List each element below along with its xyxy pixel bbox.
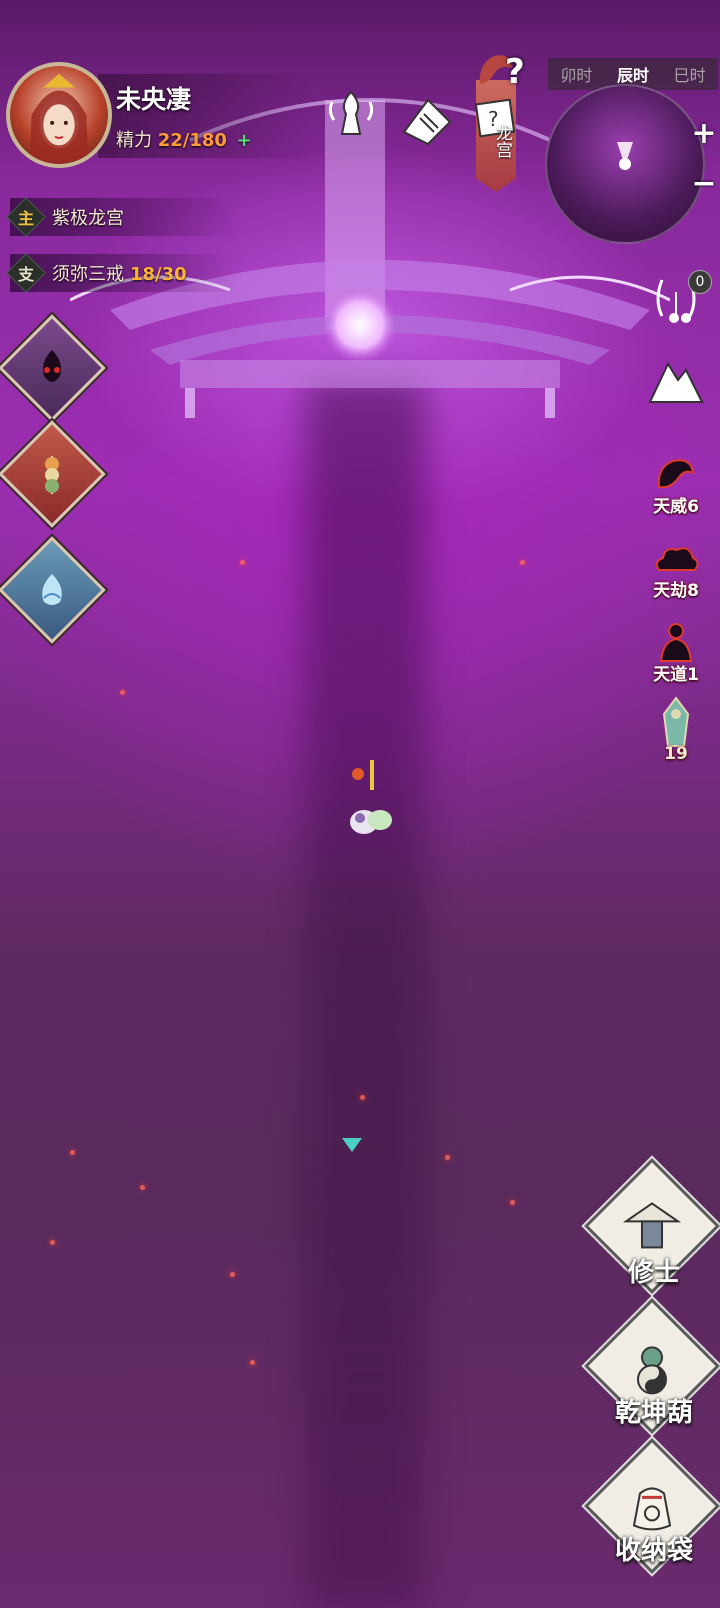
quest-side-title: 须弥三戒 18/30	[52, 264, 187, 285]
time-segment: 卯时	[560, 66, 593, 85]
mountain-icon	[648, 361, 704, 403]
waypoint-marker-icon[interactable]	[342, 1138, 362, 1152]
spirit-statue-count: 19	[664, 744, 688, 764]
quest-side[interactable]: 支 须弥三戒 18/30	[6, 253, 240, 293]
energy-display: 精力 22/180 +	[116, 126, 252, 152]
dango-icon	[44, 456, 60, 494]
cultivator-icon	[622, 1202, 682, 1249]
avatar-portrait-icon	[29, 73, 89, 164]
water-skill-button[interactable]	[0, 536, 106, 644]
quest-side-tag: 支	[6, 253, 46, 293]
fish-tail-icon	[42, 574, 62, 605]
gourd-label: 乾坤葫	[614, 1398, 693, 1428]
energy-label: 精力	[116, 130, 152, 151]
player-character[interactable]	[340, 760, 406, 840]
location-banner-text: 龙宫	[492, 124, 512, 158]
quest-main-tag: 主	[6, 197, 46, 237]
cloud-icon	[655, 547, 699, 571]
shadow-beam	[305, 380, 425, 1608]
help-icon[interactable]: ?	[505, 52, 525, 92]
music-badge: 0	[688, 270, 712, 294]
quest-main[interactable]: 主 紫极龙宫	[6, 197, 240, 237]
time-segment: 巳时	[673, 66, 706, 85]
quest-main-title: 紫极龙宫	[52, 208, 124, 229]
scroll-map-icon[interactable]	[398, 92, 456, 150]
zoom-out-button[interactable]: −	[690, 166, 718, 201]
quest-side-progress: 18/30	[130, 264, 187, 285]
demon-flame-icon	[43, 350, 61, 382]
cultivator-label: 修士	[627, 1258, 680, 1288]
energy-add-button[interactable]: +	[237, 130, 252, 151]
food-dango-button[interactable]	[0, 420, 106, 528]
chess-piece-icon[interactable]	[322, 84, 380, 142]
mountain-button[interactable]	[646, 350, 706, 410]
heaven-might-label: 天威6	[653, 497, 699, 517]
player-name: 未央凄	[116, 85, 192, 114]
energy-value: 22/180	[157, 130, 227, 151]
time-segment-active: 辰时	[617, 66, 650, 85]
player-avatar[interactable]	[6, 62, 112, 168]
heavenly-dao-label: 天道1	[653, 665, 699, 685]
heaven-tribulation-label: 天劫8	[653, 581, 699, 601]
player-position-icon	[617, 142, 633, 170]
storage-bag-label: 收纳袋	[614, 1536, 693, 1566]
zoom-in-button[interactable]: +	[690, 116, 718, 151]
minimap[interactable]	[545, 84, 705, 244]
gourd-icon	[637, 1346, 667, 1395]
